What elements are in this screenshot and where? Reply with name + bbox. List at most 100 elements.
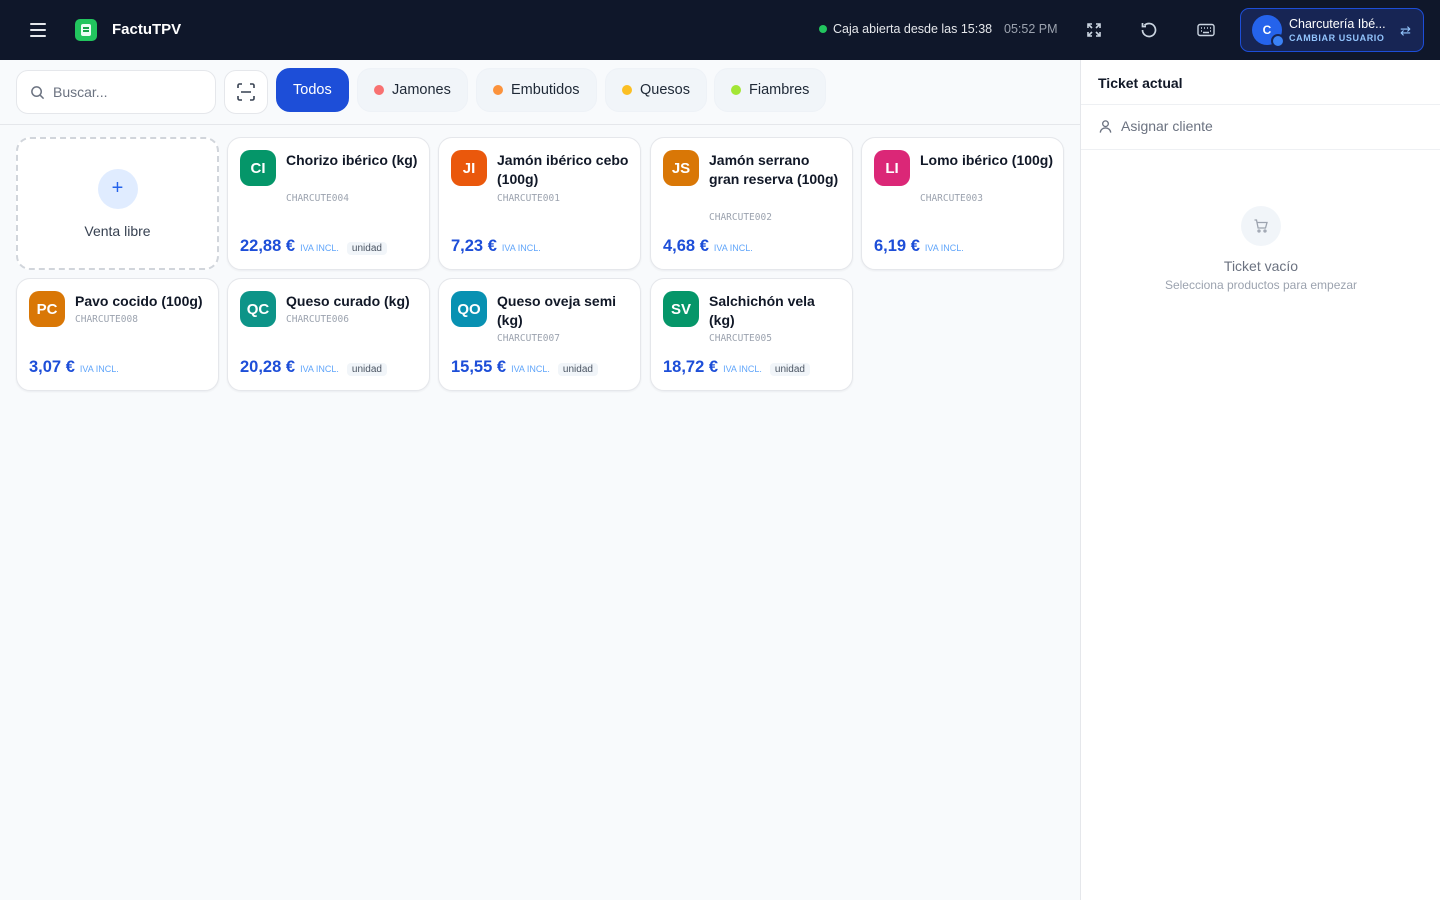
- product-price: 15,55 €: [451, 358, 507, 376]
- divider: [1081, 149, 1440, 150]
- unit-badge: unidad: [557, 363, 598, 376]
- tax-label: IVA INCL.: [501, 243, 541, 253]
- category-tab-fiambres[interactable]: Fiambres: [714, 68, 827, 112]
- scan-icon: [237, 83, 255, 101]
- free-sale-button[interactable]: + Venta libre: [16, 137, 219, 270]
- category-dot-icon: [731, 85, 741, 95]
- product-name: Chorizo ibérico (kg): [286, 152, 418, 168]
- product-code: CHARCUTE002: [709, 212, 772, 223]
- tax-label: IVA INCL.: [300, 243, 339, 253]
- tax-label: IVA INCL.: [511, 364, 550, 374]
- product-initials-badge: QO: [451, 291, 487, 327]
- category-tab-todos[interactable]: Todos: [276, 68, 349, 112]
- cart-icon: [1241, 206, 1281, 246]
- category-label: Fiambres: [749, 82, 810, 98]
- user-icon: [1099, 119, 1112, 133]
- product-card[interactable]: QO Queso oveja semi (kg) CHARCUTE007 15,…: [438, 278, 641, 391]
- product-name: Jamón ibérico cebo (100g): [497, 152, 629, 187]
- user-name: Charcutería Ibé...: [1289, 17, 1386, 31]
- filter-bar: Todos Jamones Embutidos Quesos Fiambres: [0, 60, 1080, 125]
- category-label: Todos: [293, 82, 332, 98]
- product-name: Queso curado (kg): [286, 293, 410, 309]
- product-code: CHARCUTE007: [497, 333, 560, 344]
- register-status: Caja abierta desde las 15:38: [819, 22, 992, 36]
- fullscreen-icon[interactable]: [1082, 18, 1106, 42]
- category-tab-embutidos[interactable]: Embutidos: [476, 68, 597, 112]
- product-price: 4,68 €: [663, 237, 709, 255]
- product-initials-badge: LI: [874, 150, 910, 186]
- empty-ticket-state: Ticket vacío Selecciona productos para e…: [1081, 206, 1440, 292]
- product-card[interactable]: QC Queso curado (kg) CHARCUTE006 20,28 €…: [227, 278, 430, 391]
- product-name: Jamón serrano gran reserva (100g): [709, 152, 839, 187]
- free-sale-label: Venta libre: [84, 222, 151, 239]
- category-dot-icon: [493, 85, 503, 95]
- status-dot-icon: [819, 25, 827, 33]
- unit-badge: unidad: [346, 363, 387, 376]
- product-price: 22,88 €: [240, 237, 296, 255]
- product-name: Queso oveja semi (kg): [497, 293, 617, 328]
- product-price: 6,19 €: [874, 237, 920, 255]
- product-code: CHARCUTE001: [497, 193, 560, 204]
- product-card[interactable]: JS Jamón serrano gran reserva (100g) CHA…: [650, 137, 853, 270]
- product-initials-badge: QC: [240, 291, 276, 327]
- product-price: 7,23 €: [451, 237, 497, 255]
- product-name: Pavo cocido (100g): [75, 293, 203, 309]
- product-code: CHARCUTE008: [75, 314, 138, 325]
- product-initials-badge: CI: [240, 150, 276, 186]
- menu-icon[interactable]: [26, 18, 50, 42]
- category-label: Embutidos: [511, 82, 580, 98]
- tax-label: IVA INCL.: [300, 364, 339, 374]
- product-code: CHARCUTE004: [286, 193, 349, 204]
- empty-ticket-title: Ticket vacío: [1223, 258, 1299, 274]
- product-name: Lomo ibérico (100g): [920, 152, 1054, 168]
- product-initials-badge: JI: [451, 150, 487, 186]
- app-logo-icon: [75, 19, 97, 41]
- product-initials-badge: JS: [663, 150, 699, 186]
- search-icon: [31, 86, 45, 100]
- unit-badge: unidad: [346, 242, 387, 255]
- product-initials-badge: PC: [29, 291, 65, 327]
- product-card[interactable]: CI Chorizo ibérico (kg) CHARCUTE004 22,8…: [227, 137, 430, 270]
- swap-badge-icon: [1271, 34, 1285, 48]
- keyboard-icon[interactable]: [1194, 18, 1218, 42]
- tax-label: IVA INCL.: [713, 243, 753, 253]
- search-box: [16, 70, 216, 114]
- product-code: CHARCUTE005: [709, 333, 772, 344]
- product-card[interactable]: JI Jamón ibérico cebo (100g) CHARCUTE001…: [438, 137, 641, 270]
- product-code: CHARCUTE003: [920, 193, 983, 204]
- category-dot-icon: [374, 85, 384, 95]
- unit-badge: unidad: [769, 363, 810, 376]
- category-tab-jamones[interactable]: Jamones: [357, 68, 468, 112]
- product-card[interactable]: PC Pavo cocido (100g) CHARCUTE008 3,07 €…: [16, 278, 219, 391]
- assign-client-button[interactable]: Asignar cliente: [1098, 118, 1213, 134]
- product-initials-badge: SV: [663, 291, 699, 327]
- divider: [1081, 104, 1440, 105]
- empty-ticket-subtitle: Selecciona productos para empezar: [1164, 278, 1358, 292]
- category-tab-quesos[interactable]: Quesos: [605, 68, 707, 112]
- refresh-icon[interactable]: [1137, 18, 1161, 42]
- status-text: Caja abierta desde las 15:38: [833, 22, 993, 36]
- tax-label: IVA INCL.: [723, 364, 762, 374]
- barcode-scan-button[interactable]: [224, 70, 268, 114]
- search-input[interactable]: [53, 84, 203, 100]
- product-name: Salchichón vela (kg): [709, 293, 815, 328]
- category-label: Quesos: [640, 82, 690, 98]
- clock: 05:52 PM: [1004, 22, 1058, 36]
- product-card[interactable]: LI Lomo ibérico (100g) CHARCUTE003 6,19 …: [861, 137, 1064, 270]
- product-price: 3,07 €: [29, 358, 75, 376]
- user-switcher[interactable]: C Charcutería Ibé... CAMBIAR USUARIO ⇄: [1240, 8, 1424, 52]
- app-title: FactuTPV: [112, 21, 182, 38]
- product-card[interactable]: SV Salchichón vela (kg) CHARCUTE005 18,7…: [650, 278, 853, 391]
- ticket-title: Ticket actual: [1098, 75, 1183, 91]
- avatar: C: [1252, 15, 1285, 48]
- category-label: Jamones: [392, 82, 451, 98]
- product-code: CHARCUTE006: [286, 314, 349, 325]
- product-price: 18,72 €: [663, 358, 719, 376]
- tax-label: IVA INCL.: [924, 243, 964, 253]
- tax-label: IVA INCL.: [79, 364, 119, 374]
- category-dot-icon: [622, 85, 632, 95]
- product-price: 20,28 €: [240, 358, 296, 376]
- assign-client-label: Asignar cliente: [1121, 118, 1213, 134]
- plus-icon: +: [97, 168, 138, 209]
- ticket-panel: Ticket actual Asignar cliente Ticket vac…: [1080, 60, 1440, 900]
